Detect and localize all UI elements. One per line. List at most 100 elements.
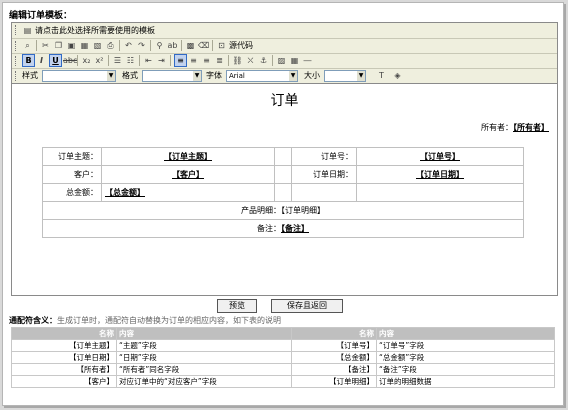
align-center-icon[interactable]: ≡ (188, 55, 199, 66)
anchor-icon[interactable]: ⚓ (258, 55, 269, 66)
editor-content[interactable]: 订单 所有者：【所有者】 订单主题： 【订单主题】 订单号： 【订单号】 客户：… (12, 84, 557, 295)
order-date-cell: 【订单日期】 (356, 165, 524, 184)
details-token: 【订单明细】 (281, 206, 325, 215)
spacer-cell (274, 147, 292, 166)
ordered-list-icon[interactable]: ☰ (112, 55, 123, 66)
empty-cell (356, 183, 524, 202)
order-no-token: 【订单号】 (420, 152, 460, 161)
strikethrough-button[interactable]: abc (63, 55, 77, 66)
italic-button[interactable]: I (36, 55, 47, 66)
size-label: 大小 (304, 71, 320, 80)
subject-token: 【订单主题】 (164, 152, 212, 161)
legend-content: “日期”字段 (116, 351, 292, 364)
template-row: ▤ 请点击此处选择所需要使用的模板 (12, 23, 557, 39)
format-label: 格式 (122, 71, 138, 80)
toolbar-row-4: 样式 ▼ 格式 ▼ 字体 Arial ▼ 大小 ▼ T ◈ (12, 69, 557, 84)
table-row: 【订单主题】 “主题”字段 【订单号】 “订单号”字段 (11, 339, 555, 352)
toolbar-grip (15, 56, 18, 66)
chevron-down-icon: ▼ (107, 71, 115, 81)
legend-name: 【订单日期】 (11, 351, 117, 364)
header-right-name: 名称 (291, 327, 377, 340)
toolbar-separator (139, 55, 140, 66)
toolbar-separator (170, 55, 171, 66)
redo-icon[interactable]: ↷ (136, 40, 147, 51)
superscript-icon[interactable]: x² (94, 55, 105, 66)
outdent-icon[interactable]: ⇤ (143, 55, 154, 66)
save-return-button[interactable]: 保存且返回 (271, 299, 343, 313)
find-icon[interactable]: ⚲ (154, 40, 165, 51)
link-icon[interactable]: ⛓ (232, 55, 243, 66)
style-label: 样式 (22, 71, 38, 80)
legend-table: 名称 内容 名称 内容 【订单主题】 “主题”字段 【订单号】 “订单号”字段 … (11, 327, 555, 388)
preview-button[interactable]: 预览 (217, 299, 257, 313)
size-select[interactable]: ▼ (324, 70, 366, 82)
underline-button[interactable]: U (49, 54, 62, 67)
template-icon[interactable]: ▤ (22, 25, 33, 36)
toolbar-separator (272, 55, 273, 66)
toolbar-separator (228, 55, 229, 66)
replace-icon[interactable]: ab (167, 40, 178, 51)
legend-content: “订单号”字段 (376, 339, 555, 352)
bold-button[interactable]: B (22, 54, 35, 67)
source-icon[interactable]: ⊡ (216, 40, 227, 51)
select-all-icon[interactable]: ▩ (185, 40, 196, 51)
toolbar-row-3: B I U abc x₂ x² ☰ ☷ ⇤ ⇥ ≡ ≡ ≡ ≣ ⛓ ⛌ ⚓ ▨ … (12, 54, 557, 69)
paste-icon[interactable]: ▣ (66, 40, 77, 51)
toolbar-separator (77, 55, 78, 66)
spacer-cell (274, 165, 292, 184)
subject-label: 订单主题： (42, 147, 102, 166)
font-value: Arial (229, 72, 245, 80)
background-color-icon[interactable]: ◈ (392, 70, 403, 81)
chevron-down-icon: ▼ (193, 71, 201, 81)
text-color-icon[interactable]: T (376, 70, 387, 81)
empty-cell (291, 183, 357, 202)
unordered-list-icon[interactable]: ☷ (125, 55, 136, 66)
table-row: 客户： 【客户】 订单日期： 【订单日期】 (42, 165, 524, 184)
template-hint[interactable]: 请点击此处选择所需要使用的模板 (35, 25, 155, 36)
legend-name: 【订单主题】 (11, 339, 117, 352)
source-button[interactable]: 源代码 (229, 40, 253, 51)
table-row: 订单主题： 【订单主题】 订单号： 【订单号】 (42, 147, 524, 166)
paste-text-icon[interactable]: ▦ (79, 40, 90, 51)
cut-icon[interactable]: ✂ (40, 40, 51, 51)
table-row: 总金额： 【总金额】 (42, 183, 524, 202)
unlink-icon[interactable]: ⛌ (245, 55, 256, 66)
font-select[interactable]: Arial ▼ (226, 70, 298, 82)
align-right-icon[interactable]: ≡ (201, 55, 212, 66)
table-row: 【订单日期】 “日期”字段 【总金额】 “总金额”字段 (11, 351, 555, 364)
copy-icon[interactable]: ❐ (53, 40, 64, 51)
style-select[interactable]: ▼ (42, 70, 116, 82)
font-label: 字体 (206, 71, 222, 80)
subscript-icon[interactable]: x₂ (81, 55, 92, 66)
legend-header-row: 名称 内容 名称 内容 (11, 327, 555, 340)
legend-content: “总金额”字段 (376, 351, 555, 364)
toolbar-row-2: ⌕ ✂ ❐ ▣ ▦ ▧ ⎙ ↶ ↷ ⚲ ab ▩ ⌫ ⊡ 源代码 (12, 39, 557, 54)
customer-token: 【客户】 (172, 170, 204, 179)
order-no-cell: 【订单号】 (356, 147, 524, 166)
subject-cell: 【订单主题】 (101, 147, 275, 166)
print-icon[interactable]: ⎙ (105, 40, 116, 51)
indent-icon[interactable]: ⇥ (156, 55, 167, 66)
total-label: 总金额： (42, 183, 102, 202)
legend-name: 【总金额】 (291, 351, 377, 364)
undo-icon[interactable]: ↶ (123, 40, 134, 51)
align-justify-icon[interactable]: ≣ (214, 55, 225, 66)
details-cell: 产品明细：【订单明细】 (42, 201, 524, 220)
preview-icon[interactable]: ⌕ (22, 40, 33, 51)
rich-text-editor: ▤ 请点击此处选择所需要使用的模板 ⌕ ✂ ❐ ▣ ▦ ▧ ⎙ ↶ ↷ ⚲ ab… (11, 22, 558, 296)
paste-word-icon[interactable]: ▧ (92, 40, 103, 51)
table-icon[interactable]: ▦ (289, 55, 300, 66)
horizontal-rule-icon[interactable]: ― (302, 55, 313, 66)
remove-format-icon[interactable]: ⌫ (198, 40, 209, 51)
image-icon[interactable]: ▨ (276, 55, 287, 66)
total-token: 【总金额】 (105, 188, 145, 197)
order-date-token: 【订单日期】 (416, 170, 464, 179)
table-row: 【客户】 对应订单中的“对应客户”字段 【订单明细】 订单的明细数据 (11, 375, 555, 388)
order-no-label: 订单号： (291, 147, 357, 166)
header-left-content: 内容 (116, 327, 292, 340)
legend-name: 【备注】 (291, 363, 377, 376)
legend-name: 【订单明细】 (291, 375, 377, 388)
header-left-name: 名称 (11, 327, 117, 340)
align-left-button[interactable]: ≡ (174, 54, 187, 67)
format-select[interactable]: ▼ (142, 70, 202, 82)
